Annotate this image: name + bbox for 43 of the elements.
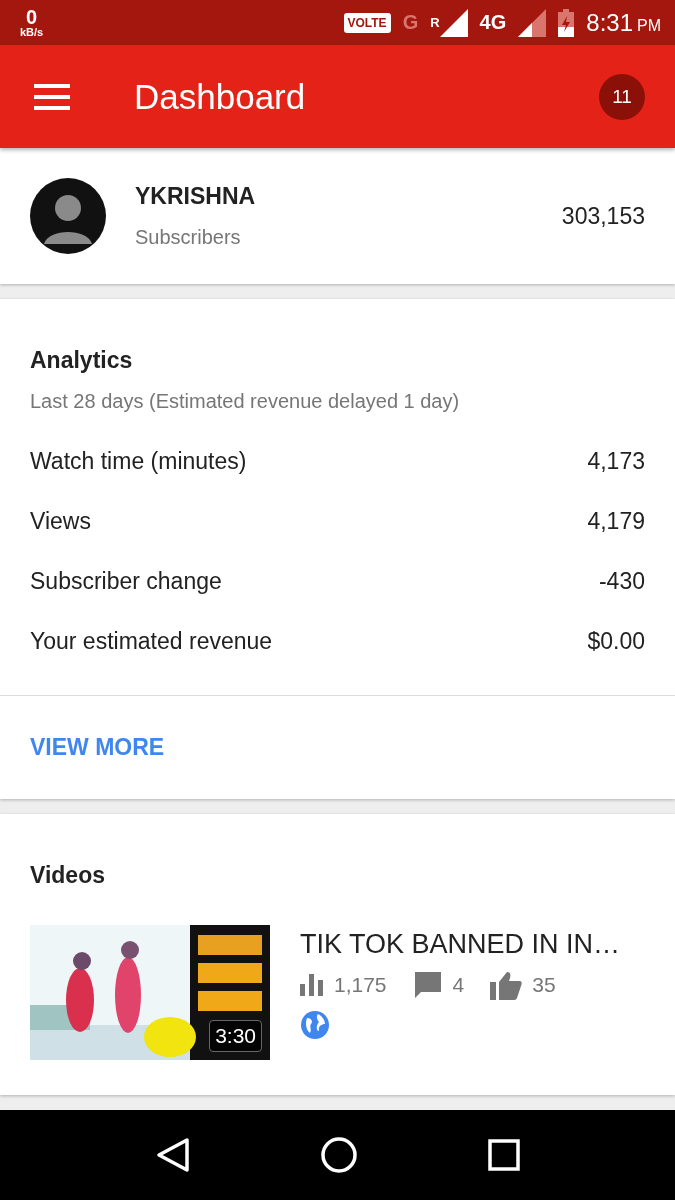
metric-value: $0.00 — [587, 627, 645, 655]
subscriber-count: 303,153 — [561, 202, 645, 230]
recents-button[interactable] — [487, 1139, 520, 1171]
signal-icon — [518, 8, 547, 37]
back-button[interactable] — [155, 1137, 190, 1173]
subscribers-label: Subscribers — [135, 226, 242, 249]
like-count: 35 — [532, 973, 556, 997]
metric-value: -430 — [598, 567, 645, 595]
page-title: Dashboard — [134, 76, 306, 117]
signal-icon — [439, 8, 468, 37]
metric-label: Views — [30, 507, 91, 535]
section-title: Analytics — [30, 347, 134, 374]
avatar-icon — [30, 178, 106, 254]
bar-chart-icon — [300, 974, 324, 996]
video-title[interactable]: TIK TOK BANNED IN IN… — [300, 929, 621, 960]
metric-value: 4,173 — [587, 447, 645, 475]
volte-badge: VOLTE — [343, 12, 391, 33]
metric-label: Watch time (minutes) — [30, 447, 247, 475]
video-duration: 3:30 — [209, 1020, 262, 1052]
clock-time: 8:31 — [586, 8, 633, 37]
speed-value: 0 — [26, 7, 38, 27]
network-label: 4G — [479, 11, 507, 34]
section-title: Videos — [30, 862, 106, 889]
section-subtitle: Last 28 days (Estimated revenue delayed 1 day) — [30, 390, 461, 413]
view-more-link[interactable]: VIEW MORE — [30, 734, 165, 761]
comment-count: 4 — [452, 973, 465, 997]
speed-unit: kB/s — [20, 27, 44, 38]
battery-icon — [558, 8, 575, 37]
metric-label: Subscriber change — [30, 567, 222, 595]
thumbs-up-icon — [490, 970, 523, 1000]
roaming-label: R — [430, 15, 440, 30]
network-label: G — [402, 11, 419, 34]
notification-badge[interactable]: 11 — [599, 73, 645, 120]
home-button[interactable] — [320, 1137, 357, 1173]
menu-button[interactable] — [34, 83, 70, 110]
metric-value: 4,179 — [587, 507, 645, 535]
channel-name: YKRISHNA — [135, 183, 256, 210]
comment-icon — [412, 970, 443, 1000]
video-thumbnail[interactable]: 3:30 — [30, 925, 270, 1060]
menu-icon — [34, 83, 70, 110]
clock-period: PM — [637, 16, 661, 35]
view-count: 1,175 — [334, 973, 387, 997]
metric-label: Your estimated revenue — [30, 627, 273, 655]
